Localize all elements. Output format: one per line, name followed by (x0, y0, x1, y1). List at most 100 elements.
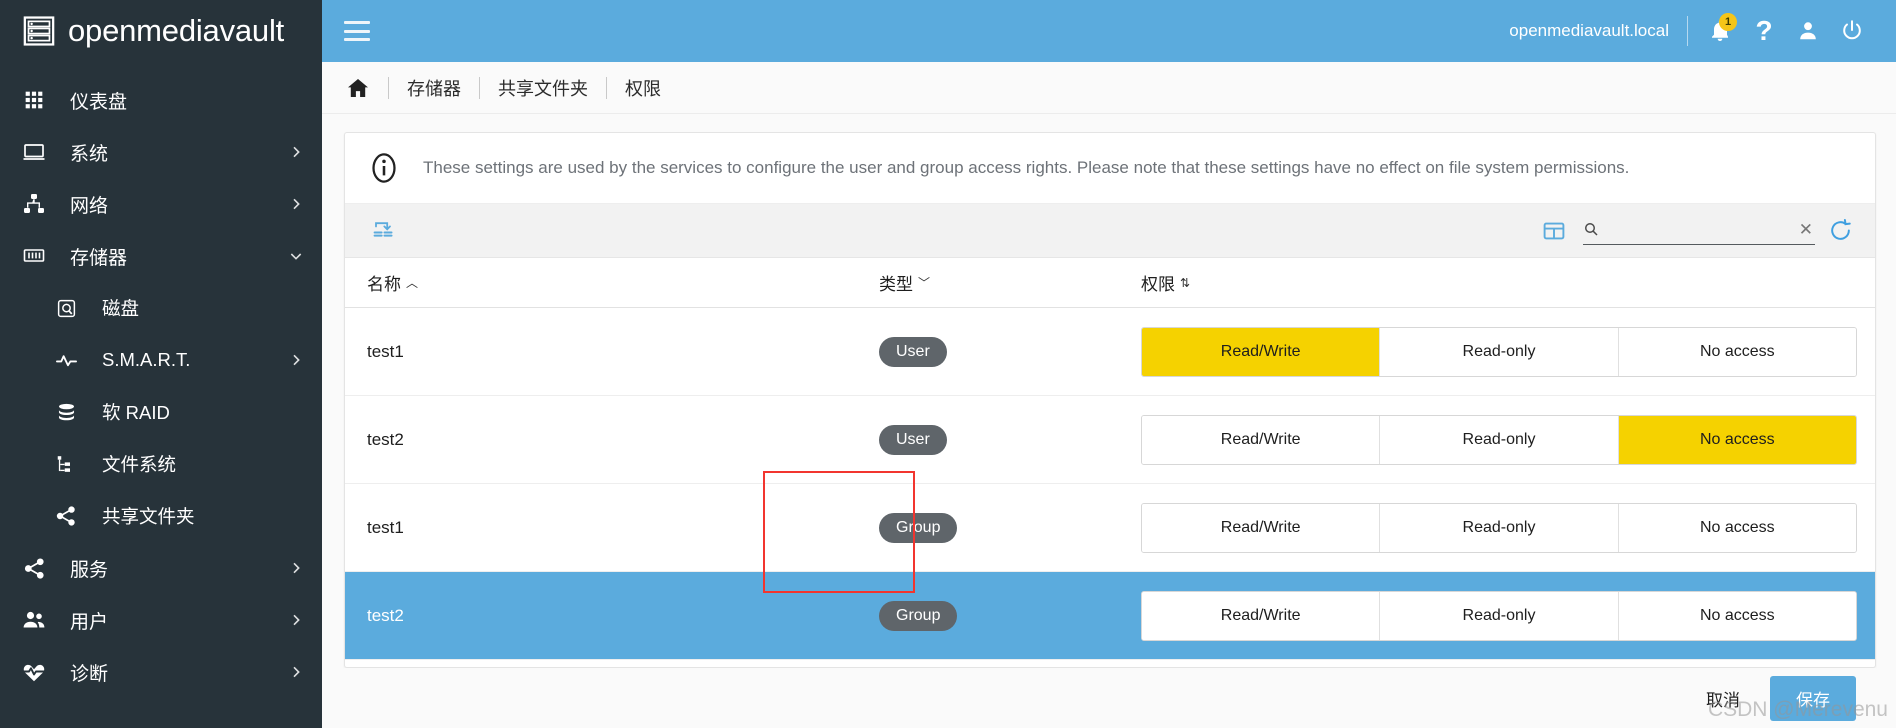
chevron-right-icon (293, 354, 300, 366)
cell-type: User (879, 424, 1141, 455)
sort-desc-icon: ﹀ (918, 276, 931, 290)
content-area: These settings are used by the services … (322, 114, 1896, 728)
pulse-icon (52, 346, 80, 374)
dashboard-grid-icon (20, 86, 48, 114)
sidebar-item-system[interactable]: 系统 (0, 126, 322, 178)
permission-option-read-only[interactable]: Read-only (1380, 591, 1619, 640)
table-row[interactable]: test2 User Read/Write Read-only No acces… (345, 396, 1875, 484)
permission-segmented-control: Read/Write Read-only No access (1141, 326, 1857, 377)
sidebar-item-raid[interactable]: 软 RAID (0, 386, 322, 438)
close-x-icon[interactable]: ✕ (1797, 221, 1815, 238)
main-area: openmediavault.local 1 ? 存储器 共享文件夹 权限 Th… (322, 0, 1896, 728)
permission-option-read-only[interactable]: Read-only (1380, 415, 1619, 464)
table-row[interactable]: test1 Group Read/Write Read-only No acce… (345, 484, 1875, 572)
chevron-down-icon (290, 253, 302, 260)
table-header-row: 名称 ︿ 类型 ﹀ 权限 ⇅ (345, 258, 1875, 308)
help-button[interactable]: ? (1742, 9, 1786, 53)
cell-permission: Read/Write Read-only No access (1141, 326, 1875, 377)
sidebar-item-label: S.M.A.R.T. (102, 349, 191, 370)
sidebar-item-dashboard[interactable]: 仪表盘 (0, 74, 322, 126)
breadcrumb-item-privileges[interactable]: 权限 (625, 75, 661, 101)
sidebar-item-diagnostics[interactable]: 诊断 (0, 646, 322, 698)
share-icon (20, 554, 48, 582)
permission-option-read-write[interactable]: Read/Write (1142, 591, 1381, 640)
info-message: These settings are used by the services … (423, 157, 1630, 177)
type-chip: Group (879, 512, 958, 543)
permission-segmented-control: Read/Write Read-only No access (1141, 414, 1857, 465)
search-icon (1584, 222, 1598, 236)
table-columns-icon[interactable] (1537, 214, 1571, 248)
cell-type: Group (879, 512, 1141, 543)
hamburger-menu-icon[interactable] (344, 21, 370, 41)
permission-option-no-access[interactable]: No access (1618, 415, 1856, 464)
save-button[interactable]: 保存 (1770, 675, 1856, 721)
chevron-right-icon (293, 666, 300, 678)
sidebar-item-users[interactable]: 用户 (0, 594, 322, 646)
sidebar-item-storage[interactable]: 存储器 (0, 230, 322, 282)
info-banner: These settings are used by the services … (345, 133, 1875, 204)
sidebar-item-network[interactable]: 网络 (0, 178, 322, 230)
search-area: ✕ (1583, 214, 1857, 248)
permission-option-read-write[interactable]: Read/Write (1142, 415, 1381, 464)
sidebar-item-label: 软 RAID (102, 402, 170, 423)
refresh-button[interactable] (1823, 214, 1857, 248)
cancel-button[interactable]: 取消 (1690, 678, 1756, 719)
file-tree-icon (52, 450, 80, 478)
sidebar-item-label: 存储器 (70, 247, 128, 269)
sidebar-item-services[interactable]: 服务 (0, 542, 322, 594)
table-row[interactable]: test2 Group Read/Write Read-only No acce… (345, 572, 1875, 660)
sidebar-item-label: 网络 (70, 195, 109, 217)
heart-pulse-icon (20, 658, 48, 686)
breadcrumb-divider (606, 76, 607, 99)
power-button[interactable] (1830, 9, 1874, 53)
permission-option-no-access[interactable]: No access (1618, 591, 1856, 640)
cell-name: test1 (367, 341, 404, 361)
brand-header[interactable]: openmediavault (0, 0, 322, 62)
sort-apply-icon[interactable] (367, 214, 401, 248)
column-header-type[interactable]: 类型 ﹀ (879, 270, 1141, 295)
sidebar-item-filesystems[interactable]: 文件系统 (0, 438, 322, 490)
chevron-right-icon (293, 614, 300, 626)
type-chip: User (879, 336, 947, 367)
cell-name: test1 (367, 517, 404, 537)
sort-none-icon: ⇅ (1180, 275, 1191, 290)
account-button[interactable] (1786, 9, 1830, 53)
notifications-button[interactable]: 1 (1698, 9, 1742, 53)
sidebar-nav: 仪表盘 系统 网络 存储器 磁盘 S.M.A.R.T. 软 RAID 文件系统 … (0, 62, 322, 698)
sidebar-item-shared-folders[interactable]: 共享文件夹 (0, 490, 322, 542)
form-footer: 取消 保存 (344, 668, 1876, 728)
permission-option-read-write[interactable]: Read/Write (1142, 327, 1381, 376)
permission-option-no-access[interactable]: No access (1618, 503, 1856, 552)
permission-option-no-access[interactable]: No access (1618, 327, 1856, 376)
sidebar-item-disks[interactable]: 磁盘 (0, 282, 322, 334)
type-chip: Group (879, 600, 958, 631)
breadcrumb-item-storage[interactable]: 存储器 (407, 75, 461, 101)
sidebar-item-smart[interactable]: S.M.A.R.T. (0, 334, 322, 386)
breadcrumb-item-shared-folders[interactable]: 共享文件夹 (498, 75, 588, 101)
brand-name: openmediavault (68, 13, 285, 48)
notification-badge: 1 (1719, 13, 1737, 31)
breadcrumb: 存储器 共享文件夹 权限 (322, 62, 1896, 114)
column-header-name[interactable]: 名称 ︿ (367, 270, 879, 295)
search-input[interactable] (1605, 221, 1797, 237)
permission-option-read-only[interactable]: Read-only (1380, 327, 1619, 376)
users-icon (20, 606, 48, 634)
sidebar-item-label: 诊断 (70, 663, 109, 685)
column-header-type-label: 类型 (879, 275, 913, 294)
question-mark-icon: ? (1755, 15, 1773, 46)
permission-option-read-write[interactable]: Read/Write (1142, 503, 1381, 552)
refresh-icon (1830, 218, 1851, 240)
chevron-right-icon (293, 198, 300, 210)
cell-type: Group (879, 600, 1141, 631)
column-header-permission[interactable]: 权限 ⇅ (1141, 270, 1875, 295)
table-row[interactable]: test1 User Read/Write Read-only No acces… (345, 308, 1875, 396)
permission-option-read-only[interactable]: Read-only (1380, 503, 1619, 552)
table-body: test1 User Read/Write Read-only No acces… (345, 308, 1875, 667)
topbar-divider (1687, 16, 1688, 46)
chevron-right-icon (293, 562, 300, 574)
cell-permission: Read/Write Read-only No access (1141, 590, 1875, 641)
home-icon[interactable] (346, 76, 370, 100)
top-bar: openmediavault.local 1 ? (322, 0, 1896, 62)
search-field[interactable]: ✕ (1583, 217, 1815, 245)
sidebar-item-label: 磁盘 (102, 298, 140, 319)
